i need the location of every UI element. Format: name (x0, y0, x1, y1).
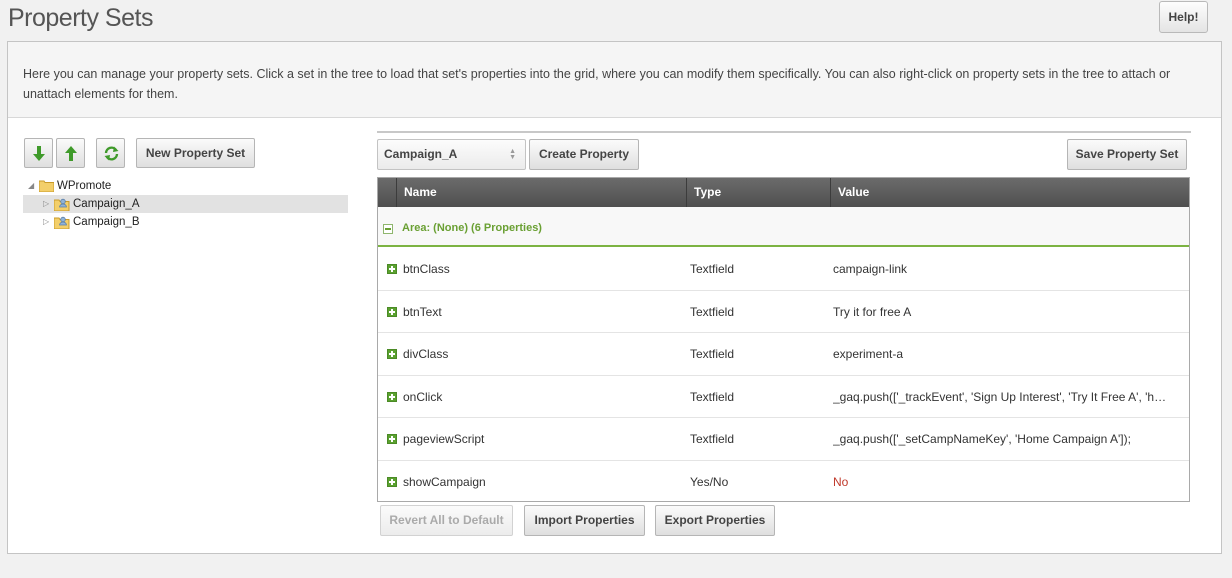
cell-type: Textfield (690, 262, 735, 276)
cell-name: showCampaign (403, 474, 486, 489)
cell-type: Textfield (690, 347, 735, 361)
collapsed-arrow-icon[interactable]: ▷ (43, 195, 49, 213)
revert-all-button[interactable]: Revert All to Default (380, 505, 513, 536)
cell-value[interactable]: _gaq.push(['_setCampNameKey', 'Home Camp… (833, 418, 1173, 460)
cell-value[interactable]: No (833, 461, 1173, 502)
cell-value[interactable]: campaign-link (833, 248, 1173, 290)
select-caret-icon: ▲ ▼ (509, 148, 516, 161)
collapsed-arrow-icon[interactable]: ▷ (43, 213, 49, 231)
folder-user-icon (53, 216, 70, 235)
page-title: Property Sets (8, 4, 153, 32)
column-header-name[interactable]: Name (396, 178, 686, 207)
property-set-tree: ◢ WPromote ▷ Campaign_A ▷ Campaign_B (23, 177, 348, 231)
cell-type: Textfield (690, 389, 735, 404)
properties-grid: Name Type Value Area: (None) (6 Properti… (377, 177, 1190, 502)
refresh-icon (104, 146, 119, 161)
cell-name: divClass (403, 347, 449, 361)
property-set-select[interactable]: Campaign_A ▲ ▼ (377, 139, 526, 170)
grid-header: Name Type Value (378, 178, 1189, 207)
cell-type: Textfield (690, 304, 735, 319)
expand-row-icon[interactable] (387, 434, 397, 444)
selected-set-label: Campaign_A (384, 147, 458, 161)
tree-item-campaign-a[interactable]: ▷ Campaign_A (23, 195, 348, 213)
tree-item-label: Campaign_A (73, 198, 140, 210)
expand-row-icon[interactable] (387, 476, 397, 487)
arrow-up-icon (65, 146, 77, 161)
table-row[interactable]: pageviewScript Textfield _gaq.push(['_se… (378, 418, 1189, 461)
group-header[interactable]: Area: (None) (6 Properties) (378, 207, 1189, 247)
help-button[interactable]: Help! (1159, 1, 1208, 33)
cell-value[interactable]: _gaq.push(['_trackEvent', 'Sign Up Inter… (833, 376, 1173, 418)
create-property-button[interactable]: Create Property (529, 139, 639, 170)
cell-value[interactable]: Try it for free A (833, 291, 1173, 333)
refresh-tree-button[interactable] (96, 138, 125, 168)
cell-name: onClick (403, 389, 443, 404)
intro-text: Here you can manage your property sets. … (8, 42, 1221, 118)
cell-name: btnClass (403, 262, 450, 276)
table-row[interactable]: btnClass Textfield campaign-link (378, 248, 1189, 291)
collapse-group-icon[interactable] (383, 224, 393, 234)
tree-item-root[interactable]: ◢ WPromote (23, 177, 348, 195)
import-properties-button[interactable]: Import Properties (524, 505, 645, 536)
save-property-set-button[interactable]: Save Property Set (1067, 139, 1187, 170)
expand-row-icon[interactable] (387, 264, 397, 274)
bottom-strip (0, 554, 1232, 578)
table-row[interactable]: onClick Textfield _gaq.push(['_trackEven… (378, 376, 1189, 418)
expand-all-button[interactable] (24, 138, 53, 168)
table-row[interactable]: btnText Textfield Try it for free A (378, 291, 1189, 333)
new-property-set-button[interactable]: New Property Set (136, 138, 255, 168)
table-row[interactable]: showCampaign Yes/No No (378, 461, 1189, 502)
expand-row-icon[interactable] (387, 306, 397, 317)
column-header-type[interactable]: Type (686, 178, 830, 207)
export-properties-button[interactable]: Export Properties (655, 505, 775, 536)
column-header-value[interactable]: Value (830, 178, 1189, 207)
tree-item-campaign-b[interactable]: ▷ Campaign_B (23, 213, 348, 231)
cell-type: Textfield (690, 432, 735, 446)
cell-type: Yes/No (690, 474, 729, 489)
tree-item-label: WPromote (57, 180, 112, 192)
tree-item-label: Campaign_B (73, 216, 140, 228)
collapse-all-button[interactable] (56, 138, 85, 168)
table-row[interactable]: divClass Textfield experiment-a (378, 333, 1189, 376)
expanded-arrow-icon[interactable]: ◢ (28, 177, 34, 195)
group-label: Area: (None) (6 Properties) (402, 222, 542, 234)
expand-row-icon[interactable] (387, 391, 397, 402)
property-sets-panel: Here you can manage your property sets. … (7, 41, 1222, 554)
arrow-down-icon (33, 146, 45, 161)
cell-value[interactable]: experiment-a (833, 333, 1173, 375)
grid-divider (377, 131, 1191, 133)
cell-name: pageviewScript (403, 432, 485, 446)
expand-row-icon[interactable] (387, 349, 397, 359)
cell-name: btnText (403, 304, 442, 319)
